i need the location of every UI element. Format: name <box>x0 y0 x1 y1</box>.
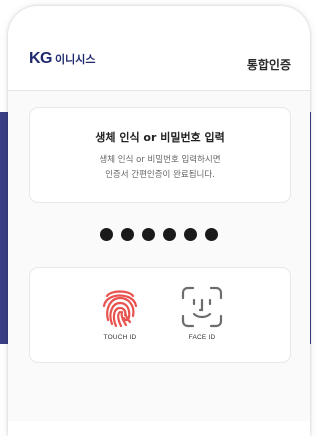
touch-id-label: TOUCH ID <box>103 334 137 341</box>
pin-indicator <box>8 228 310 241</box>
face-id-option[interactable]: FACE ID <box>172 284 232 341</box>
integrated-auth-button[interactable]: 통합인증 <box>247 56 291 73</box>
info-card: 생체 인식 or 비밀번호 입력 생체 인식 or 비밀번호 입력하시면 인증서… <box>29 107 291 203</box>
fingerprint-icon <box>102 290 138 328</box>
pin-dot <box>121 228 134 241</box>
info-desc-line-2: 인증서 간편인증이 완료됩니다. <box>105 170 215 180</box>
info-description: 생체 인식 or 비밀번호 입력하시면 인증서 간편인증이 완료됩니다. <box>30 153 290 183</box>
face-id-label: FACE ID <box>188 334 216 341</box>
auth-content: 생체 인식 or 비밀번호 입력 생체 인식 or 비밀번호 입력하시면 인증서… <box>8 91 310 421</box>
logo-mark: KG <box>29 50 53 67</box>
pin-dot <box>163 228 176 241</box>
logo-name: 이니시스 <box>55 53 96 66</box>
info-title: 생체 인식 or 비밀번호 입력 <box>95 131 225 144</box>
pin-dot <box>100 228 113 241</box>
face-id-icon <box>181 286 223 328</box>
kg-inicis-logo: KG 이니시스 <box>29 50 95 68</box>
biometric-options-card: TOUCH ID FACE ID <box>29 267 291 363</box>
pin-dot <box>184 228 197 241</box>
touch-id-option[interactable]: TOUCH ID <box>90 284 150 341</box>
info-desc-line-1: 생체 인식 or 비밀번호 입력하시면 <box>99 155 221 165</box>
app-header: KG 이니시스 통합인증 <box>8 6 310 91</box>
pin-dot <box>142 228 155 241</box>
pin-dot <box>205 228 218 241</box>
